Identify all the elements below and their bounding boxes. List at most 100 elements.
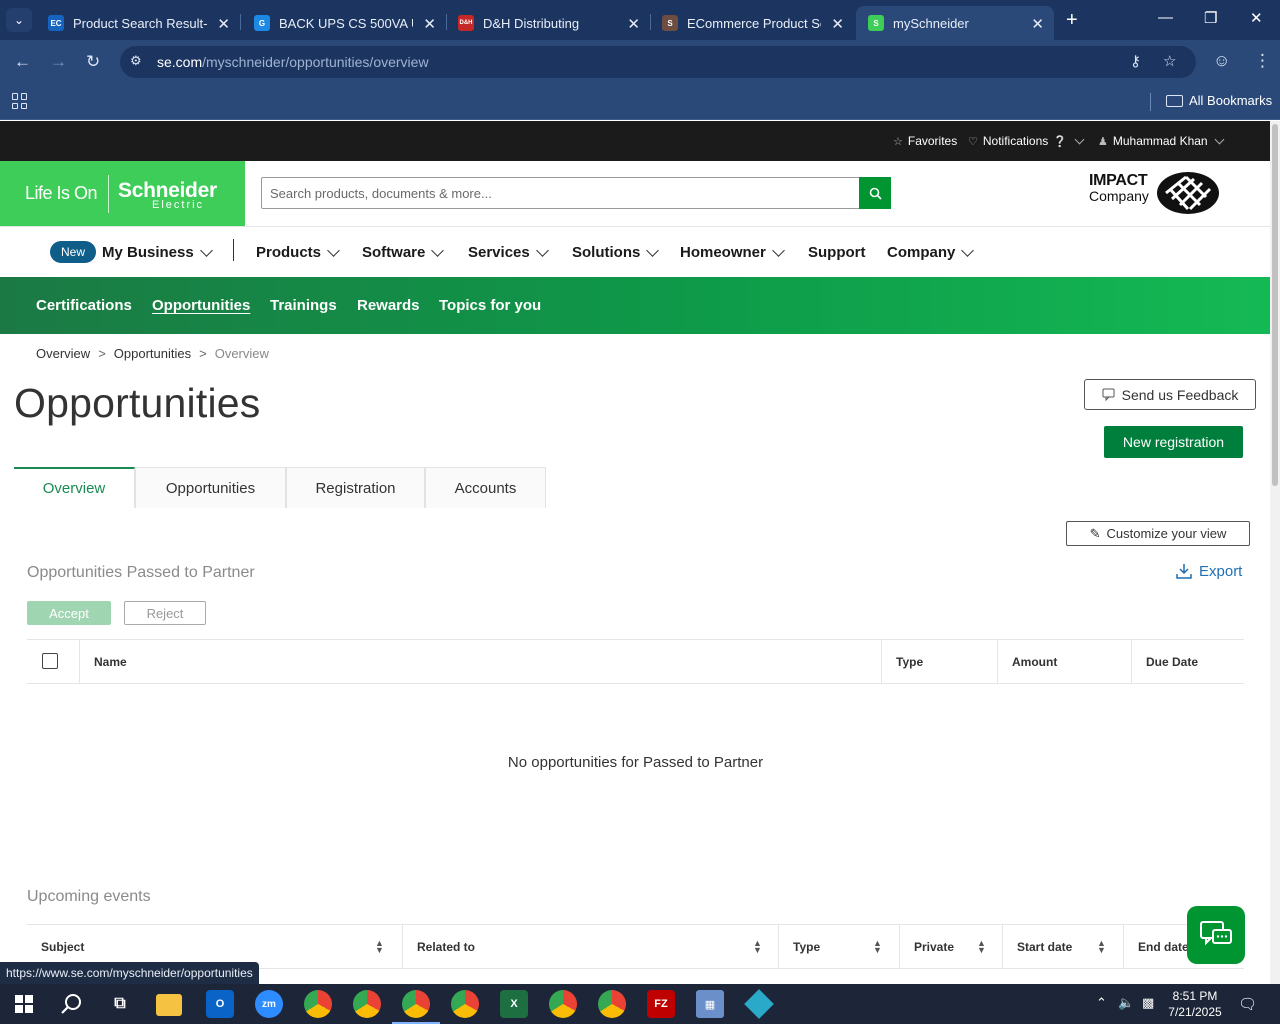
search-input[interactable] — [262, 178, 859, 208]
subnav-topics-for-you[interactable]: Topics for you — [439, 297, 541, 314]
chrome-icon[interactable] — [353, 990, 381, 1018]
tab-close-icon[interactable]: ✕ — [831, 15, 844, 33]
profile-icon[interactable]: ☺ — [1213, 51, 1230, 71]
excel-icon[interactable]: X — [500, 990, 528, 1018]
chrome-icon[interactable] — [549, 990, 577, 1018]
bookmark-star-icon[interactable]: ☆ — [1163, 52, 1176, 70]
chrome-active-icon[interactable] — [392, 990, 440, 1024]
subnav-opportunities[interactable]: Opportunities — [152, 297, 250, 314]
nav-products[interactable]: Products — [256, 243, 340, 261]
chat-button[interactable] — [1187, 906, 1245, 964]
col-amount[interactable]: Amount — [997, 640, 1131, 684]
sort-icon: ▲ ▼ — [753, 938, 762, 955]
impact-leaf-icon — [1157, 172, 1219, 214]
reload-icon[interactable]: ↻ — [86, 52, 100, 72]
nav-software[interactable]: Software — [362, 243, 445, 261]
tab-close-icon[interactable]: ✕ — [423, 15, 436, 33]
nav-support[interactable]: Support — [808, 244, 866, 261]
browser-tab-active[interactable]: S mySchneider ✕ — [856, 6, 1054, 40]
select-all-checkbox[interactable] — [42, 653, 58, 669]
notifications-link[interactable]: ♡ Notifications ❔ — [968, 134, 1085, 148]
customize-view-button[interactable]: ✎ Customize your view — [1066, 521, 1250, 546]
col-type[interactable]: Type — [881, 640, 997, 684]
company-text: Company — [1089, 188, 1149, 204]
browser-tab[interactable]: S ECommerce Product Sear ✕ — [650, 6, 854, 40]
notifications-label: Notifications — [982, 134, 1049, 148]
user-menu[interactable]: ♟ Muhammad Khan — [1098, 134, 1225, 148]
subnav-certifications[interactable]: Certifications — [36, 297, 132, 314]
task-view-icon[interactable]: ⧉ — [106, 990, 134, 1018]
favorites-link[interactable]: ☆ Favorites — [893, 134, 957, 148]
restore-icon[interactable]: ❐ — [1204, 9, 1217, 27]
nav-services[interactable]: Services — [468, 243, 549, 261]
tab-close-icon[interactable]: ✕ — [217, 15, 230, 33]
nav-solutions[interactable]: Solutions — [572, 243, 660, 261]
chrome-icon[interactable] — [304, 990, 332, 1018]
tab-search-icon[interactable]: ⌄ — [6, 8, 32, 32]
outlook-icon[interactable]: O — [206, 990, 234, 1018]
password-key-icon[interactable]: ⚷ — [1130, 52, 1141, 70]
col-private[interactable]: Private ▲ ▼ — [899, 925, 1002, 969]
sub-navigation: Certifications Opportunities Trainings R… — [0, 277, 1270, 334]
network-icon[interactable]: ▩ — [1142, 995, 1154, 1011]
col-due-date[interactable]: Due Date — [1131, 640, 1244, 684]
tray-chevron-icon[interactable]: ⌃ — [1096, 995, 1107, 1011]
col-related-to[interactable]: Related to ▲ ▼ — [402, 925, 778, 969]
volume-muted-icon[interactable]: 🔈 — [1118, 995, 1134, 1011]
chrome-icon[interactable] — [451, 990, 479, 1018]
tab-close-icon[interactable]: ✕ — [627, 15, 640, 33]
schneider-logo[interactable]: Life Is On Schneider Electric — [0, 161, 245, 226]
notification-center-icon[interactable]: 🗨 — [1238, 995, 1257, 1013]
export-link[interactable]: Export — [1175, 562, 1242, 580]
col-event-type[interactable]: Type ▲ ▼ — [778, 925, 899, 969]
app-icon[interactable] — [744, 989, 774, 1019]
back-icon[interactable]: ← — [14, 52, 31, 72]
accept-button[interactable]: Accept — [27, 601, 111, 625]
chrome-icon[interactable] — [598, 990, 626, 1018]
tab-accounts[interactable]: Accounts — [425, 467, 546, 508]
tab-overview[interactable]: Overview — [14, 467, 135, 508]
close-window-icon[interactable]: ✕ — [1250, 9, 1263, 27]
all-bookmarks-button[interactable]: All Bookmarks — [1166, 93, 1272, 108]
subnav-rewards[interactable]: Rewards — [357, 297, 420, 314]
send-feedback-button[interactable]: Send us Feedback — [1084, 379, 1256, 410]
forward-icon[interactable]: → — [50, 52, 67, 72]
col-name[interactable]: Name — [79, 640, 881, 684]
filezilla-icon[interactable]: FZ — [647, 990, 675, 1018]
events-section-title: Upcoming events — [27, 888, 151, 905]
nav-my-business[interactable]: My Business — [102, 243, 213, 261]
breadcrumb-opportunities[interactable]: Opportunities — [114, 346, 191, 361]
apps-grid-icon[interactable] — [12, 93, 28, 109]
tab-registration[interactable]: Registration — [286, 467, 425, 508]
col-start-date[interactable]: Start date ▲ ▼ — [1002, 925, 1123, 969]
taskbar-clock[interactable]: 8:51 PM 7/21/2025 — [1166, 988, 1224, 1020]
minimize-icon[interactable]: — — [1158, 9, 1173, 26]
calculator-icon[interactable]: ▦ — [696, 990, 724, 1018]
scrollbar-thumb[interactable] — [1272, 124, 1278, 486]
menu-dots-icon[interactable]: ⋮ — [1254, 51, 1271, 71]
nav-homeowner[interactable]: Homeowner — [680, 243, 785, 261]
nav-company[interactable]: Company — [887, 243, 975, 261]
browser-tab-bar: ⌄ EC Product Search Result- EC ✕ G BACK … — [0, 0, 1280, 40]
reject-button[interactable]: Reject — [124, 601, 206, 625]
url-text[interactable]: se.com/myschneider/opportunities/overvie… — [157, 54, 429, 70]
browser-tab[interactable]: EC Product Search Result- EC ✕ — [36, 6, 240, 40]
windows-start-icon[interactable] — [10, 990, 38, 1018]
browser-tab[interactable]: D&H D&H Distributing ✕ — [446, 6, 650, 40]
new-tab-icon[interactable]: + — [1066, 9, 1078, 32]
subnav-trainings[interactable]: Trainings — [270, 297, 337, 314]
tab-opportunities[interactable]: Opportunities — [135, 467, 286, 508]
search-button[interactable] — [859, 177, 891, 209]
url-bar[interactable]: ⚙ se.com/myschneider/opportunities/overv… — [120, 46, 1196, 78]
sort-icon: ▲ ▼ — [375, 938, 384, 955]
site-settings-icon[interactable]: ⚙ — [130, 53, 142, 69]
search-icon[interactable] — [58, 990, 86, 1018]
browser-tab[interactable]: G BACK UPS CS 500VA USB ✕ — [242, 6, 446, 40]
breadcrumb-overview[interactable]: Overview — [36, 346, 90, 361]
impact-company-badge: IMPACT Company — [1089, 172, 1149, 204]
tab-title: ECommerce Product Sear — [687, 15, 821, 31]
zoom-icon[interactable]: zm — [255, 990, 283, 1018]
tab-close-icon[interactable]: ✕ — [1031, 15, 1044, 33]
new-registration-button[interactable]: New registration — [1104, 426, 1243, 458]
file-explorer-icon[interactable] — [156, 994, 182, 1016]
